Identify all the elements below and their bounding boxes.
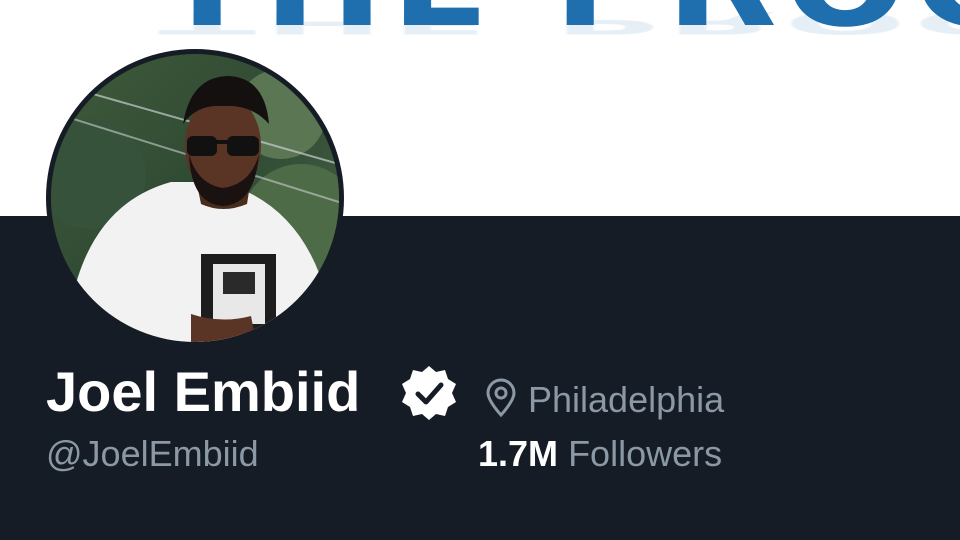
followers-count: 1.7M xyxy=(478,433,559,474)
location-text: Philadelphia xyxy=(528,379,725,420)
banner-title-reflection: THE PROCE xyxy=(158,5,960,41)
verified-badge-icon xyxy=(402,366,456,420)
display-name[interactable]: Joel Embiid xyxy=(46,360,360,424)
followers-label: Followers xyxy=(568,433,723,474)
handle[interactable]: @JoelEmbiid xyxy=(46,432,259,476)
location-pin-icon xyxy=(486,378,516,418)
followers-link[interactable]: 1.7M Followers xyxy=(478,432,722,476)
avatar[interactable] xyxy=(46,49,344,347)
avatar-photo xyxy=(51,54,339,342)
